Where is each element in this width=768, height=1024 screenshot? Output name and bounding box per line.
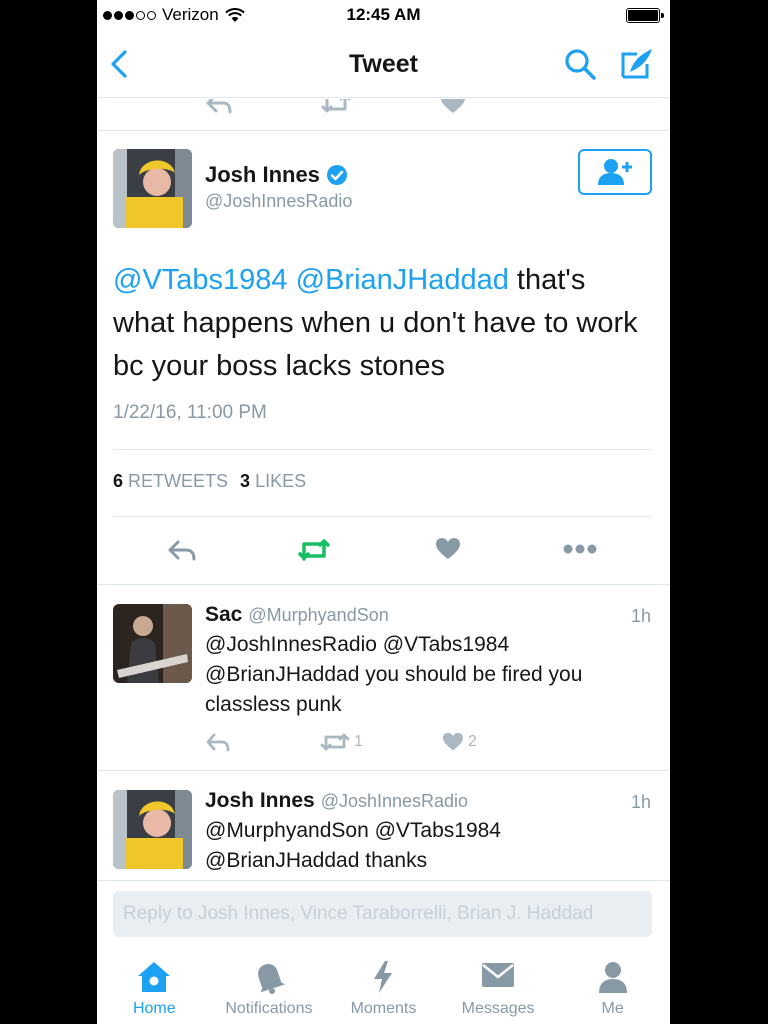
tab-label: Home <box>132 1000 176 1017</box>
tweet-stats: 6 RETWEETS 3 LIKES <box>113 471 306 492</box>
previous-tweet-actions <box>97 99 670 131</box>
compose-tweet-icon[interactable] <box>619 46 655 82</box>
author-name: Josh Innes <box>205 162 320 187</box>
reply-time: 1h <box>630 606 651 626</box>
search-icon[interactable] <box>562 46 598 82</box>
tab-bar: Home Notifications Moments Messages Me <box>97 944 670 1024</box>
envelope-icon <box>482 963 515 987</box>
main-tweet: Josh Innes @JoshInnesRadio @VTabs1984 @B… <box>97 131 670 585</box>
reply-text: @JoshInnesRadio @VTabs1984 @BrianJHaddad… <box>205 633 583 716</box>
tab-home[interactable]: Home <box>97 944 212 1024</box>
retweet-action[interactable]: 1 <box>320 732 363 752</box>
reply-tweet[interactable]: Josh Innes @JoshInnesRadio 1h @Murphyand… <box>97 772 670 892</box>
likes-stat[interactable]: 3 LIKES <box>240 471 306 492</box>
tab-messages[interactable]: Messages <box>441 944 556 1024</box>
likes-label: LIKES <box>255 471 307 491</box>
nav-bar: Tweet <box>97 32 670 98</box>
divider <box>113 516 652 517</box>
reply-tweet[interactable]: Sac @MurphyandSon 1h @JoshInnesRadio @VT… <box>97 586 670 771</box>
like-icon[interactable] <box>435 537 461 561</box>
like-icon[interactable] <box>440 99 466 115</box>
add-user-icon <box>598 159 632 185</box>
like-icon <box>443 732 463 751</box>
avatar[interactable] <box>113 604 192 683</box>
reply-icon[interactable] <box>205 99 233 115</box>
retweets-count: 6 <box>113 471 124 491</box>
mention-link[interactable]: @VTabs1984 <box>113 264 288 296</box>
home-icon <box>138 962 171 992</box>
reply-icon <box>206 733 230 752</box>
battery-icon <box>626 8 664 23</box>
tab-label: Messages <box>461 1000 535 1017</box>
divider <box>113 449 652 450</box>
tab-moments[interactable]: Moments <box>326 944 441 1024</box>
reply-author-handle[interactable]: @MurphyandSon <box>248 605 388 626</box>
retweet-icon[interactable] <box>320 99 352 115</box>
retweet-count: 1 <box>354 733 363 750</box>
like-count: 2 <box>468 733 477 750</box>
lightning-icon <box>374 961 393 993</box>
avatar[interactable] <box>113 790 192 869</box>
reply-header: Josh Innes @JoshInnesRadio <box>205 789 468 813</box>
reply-icon[interactable] <box>167 538 197 562</box>
reply-action[interactable] <box>205 732 231 752</box>
like-action[interactable]: 2 <box>442 732 477 752</box>
retweets-stat[interactable]: 6 RETWEETS <box>113 471 228 492</box>
tab-notifications[interactable]: Notifications <box>212 944 327 1024</box>
retweet-icon[interactable] <box>296 537 332 563</box>
phone-screen: Verizon 12:45 AM Tweet Josh Innes @JoshI… <box>97 0 670 1024</box>
bell-icon <box>258 964 285 994</box>
reply-text: @MurphyandSon @VTabs1984 @BrianJHaddad t… <box>205 819 501 872</box>
tab-label: Moments <box>350 1000 417 1017</box>
reply-header: Sac @MurphyandSon <box>205 603 389 627</box>
likes-count: 3 <box>240 471 251 491</box>
retweet-icon <box>320 733 350 751</box>
person-icon <box>598 962 627 993</box>
mention-link[interactable]: @BrianJHaddad <box>296 264 509 296</box>
tab-me[interactable]: Me <box>555 944 670 1024</box>
more-options-icon[interactable] <box>563 543 597 555</box>
tab-label: Notifications <box>225 1000 313 1017</box>
reply-composer <box>97 880 670 944</box>
status-time: 12:45 AM <box>346 5 421 24</box>
verified-badge-icon <box>326 165 347 185</box>
tab-label: Me <box>601 1000 624 1017</box>
tweet-timestamp: 1/22/16, 11:00 PM <box>113 402 267 423</box>
author-handle[interactable]: @JoshInnesRadio <box>205 191 352 212</box>
tweet-text: @VTabs1984 @BrianJHaddad that's what hap… <box>113 259 653 388</box>
reply-time: 1h <box>630 792 651 812</box>
status-bar: Verizon 12:45 AM <box>97 0 670 32</box>
reply-author-name[interactable]: Josh Innes <box>205 789 315 813</box>
reply-author-handle[interactable]: @JoshInnesRadio <box>321 791 468 812</box>
retweets-label: RETWEETS <box>128 471 229 491</box>
avatar[interactable] <box>113 149 192 228</box>
follow-button[interactable] <box>578 149 652 195</box>
reply-input[interactable] <box>113 891 652 937</box>
reply-author-name[interactable]: Sac <box>205 603 242 627</box>
author-name-row: Josh Innes <box>205 162 348 188</box>
